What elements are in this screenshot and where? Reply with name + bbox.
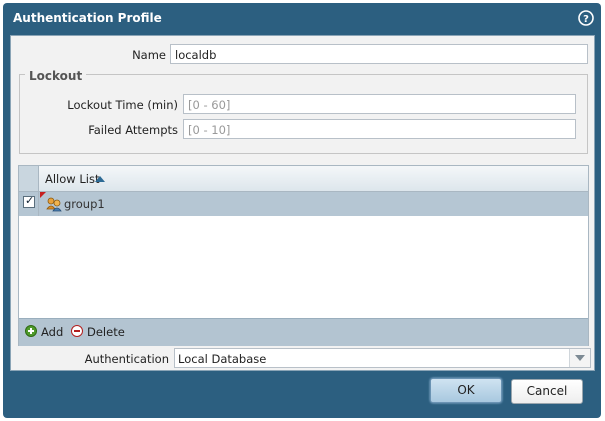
- chevron-down-icon[interactable]: [569, 349, 590, 367]
- dialog-title: Authentication Profile: [13, 11, 162, 25]
- row-label: group1: [64, 197, 105, 211]
- add-button-label: Add: [41, 325, 64, 339]
- name-label: Name: [132, 48, 166, 62]
- delete-button-label: Delete: [87, 325, 125, 339]
- delete-icon: [71, 325, 83, 337]
- allow-list-grid: Allow List ✓ group1 Add Delete: [18, 165, 589, 346]
- authentication-select[interactable]: Local Database: [174, 348, 591, 368]
- row-checkbox-cell: ✓: [19, 192, 39, 216]
- allow-list-column-header[interactable]: Allow List: [45, 172, 99, 186]
- checkmark-icon: ✓: [25, 194, 35, 207]
- cancel-button[interactable]: Cancel: [511, 379, 583, 404]
- allow-list-row[interactable]: ✓ group1: [19, 192, 588, 216]
- authentication-label: Authentication: [84, 352, 169, 366]
- lockout-time-input[interactable]: [0 - 60]: [183, 94, 576, 114]
- sort-ascending-icon[interactable]: [95, 176, 105, 182]
- lockout-legend: Lockout: [25, 69, 87, 83]
- allow-list-header: Allow List: [19, 166, 588, 192]
- authentication-value: Local Database: [178, 352, 267, 366]
- ok-button[interactable]: OK: [430, 378, 502, 403]
- lockout-group: [19, 74, 588, 154]
- help-icon[interactable]: ?: [578, 10, 594, 26]
- row-checkbox[interactable]: ✓: [23, 194, 35, 208]
- name-input[interactable]: localdb: [170, 44, 588, 64]
- svg-text:?: ?: [583, 14, 589, 25]
- failed-attempts-input[interactable]: [0 - 10]: [183, 119, 576, 139]
- lockout-time-label: Lockout Time (min): [67, 98, 178, 112]
- authentication-profile-dialog: Authentication Profile ? Name localdb Lo…: [3, 3, 601, 418]
- group-icon: [46, 197, 62, 212]
- dialog-body: Name localdb Lockout Lockout Time (min) …: [10, 35, 595, 371]
- select-all-column[interactable]: [19, 166, 39, 191]
- dialog-titlebar: Authentication Profile ?: [3, 3, 601, 33]
- delete-button[interactable]: Delete: [71, 324, 131, 340]
- allow-list-toolbar: Add Delete: [19, 318, 588, 346]
- add-button[interactable]: Add: [25, 324, 69, 340]
- failed-attempts-label: Failed Attempts: [88, 123, 178, 137]
- add-icon: [25, 325, 37, 337]
